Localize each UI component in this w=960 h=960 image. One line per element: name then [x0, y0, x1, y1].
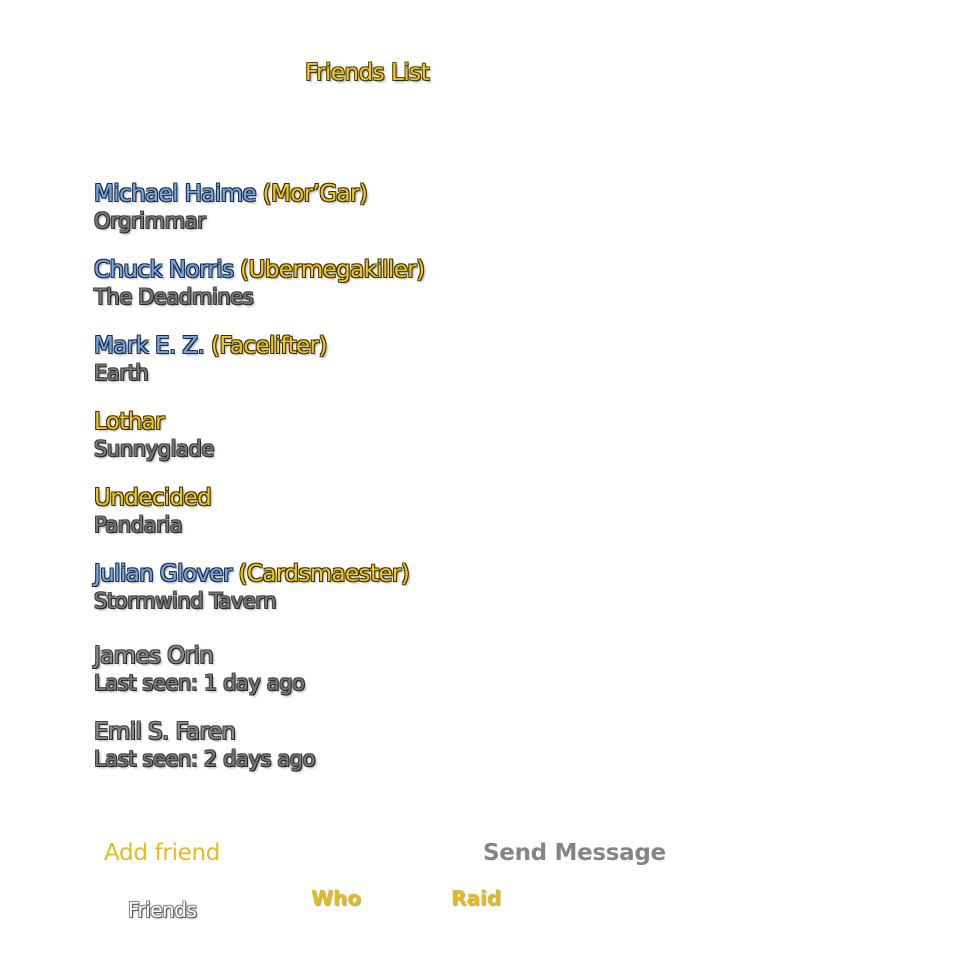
- add-friend-button[interactable]: Add friend: [104, 840, 220, 866]
- friend-real-name: Julian Glover: [94, 561, 232, 587]
- friend-character-name: (Ubermegakiller): [240, 257, 425, 283]
- friend-character-name: (Mor’Gar): [262, 181, 368, 207]
- friend-location: Orgrimmar: [94, 209, 206, 233]
- friend-entry-mark-ez[interactable]: Mark E. Z. (Facelifter) Earth: [94, 332, 327, 386]
- tab-friends[interactable]: Friends: [128, 898, 197, 922]
- friend-entry-julian-glover[interactable]: Julian Glover (Cardsmaester) Stormwind T…: [94, 560, 410, 614]
- friend-character-name: (Facelifter): [210, 333, 327, 359]
- friend-last-seen: Last seen: 1 day ago: [94, 671, 305, 695]
- friend-entry-lothar[interactable]: Lothar Sunnyglade: [94, 408, 214, 462]
- friend-real-name: Chuck Norris: [94, 257, 234, 283]
- friend-character-name: Undecided: [94, 485, 212, 511]
- friend-entry-michael-haime[interactable]: Michael Haime (Mor’Gar) Orgrimmar: [94, 180, 368, 234]
- friend-entry-emil-faren[interactable]: Emil S. Faren Last seen: 2 days ago: [94, 718, 316, 772]
- friend-location: Earth: [94, 361, 149, 385]
- friend-entry-undecided[interactable]: Undecided Pandaria: [94, 484, 212, 538]
- tab-who[interactable]: Who: [311, 886, 361, 910]
- friend-location: Stormwind Tavern: [94, 589, 277, 613]
- friend-last-seen: Last seen: 2 days ago: [94, 747, 316, 771]
- friend-character-name: Lothar: [94, 409, 165, 435]
- friend-entry-chuck-norris[interactable]: Chuck Norris (Ubermegakiller) The Deadmi…: [94, 256, 425, 310]
- friend-character-name: (Cardsmaester): [238, 561, 410, 587]
- friend-location: The Deadmines: [94, 285, 254, 309]
- friend-location: Pandaria: [94, 513, 183, 537]
- friend-entry-james-orin[interactable]: James Orin Last seen: 1 day ago: [94, 642, 305, 696]
- tab-raid[interactable]: Raid: [451, 886, 501, 910]
- friend-real-name: Mark E. Z.: [94, 333, 205, 359]
- friend-location: Sunnyglade: [94, 437, 214, 461]
- send-message-button[interactable]: Send Message: [483, 840, 666, 866]
- friend-real-name: Michael Haime: [94, 181, 257, 207]
- friend-name: Emil S. Faren: [94, 719, 236, 745]
- friend-name: James Orin: [94, 643, 214, 669]
- window-title: Friends List: [305, 60, 430, 86]
